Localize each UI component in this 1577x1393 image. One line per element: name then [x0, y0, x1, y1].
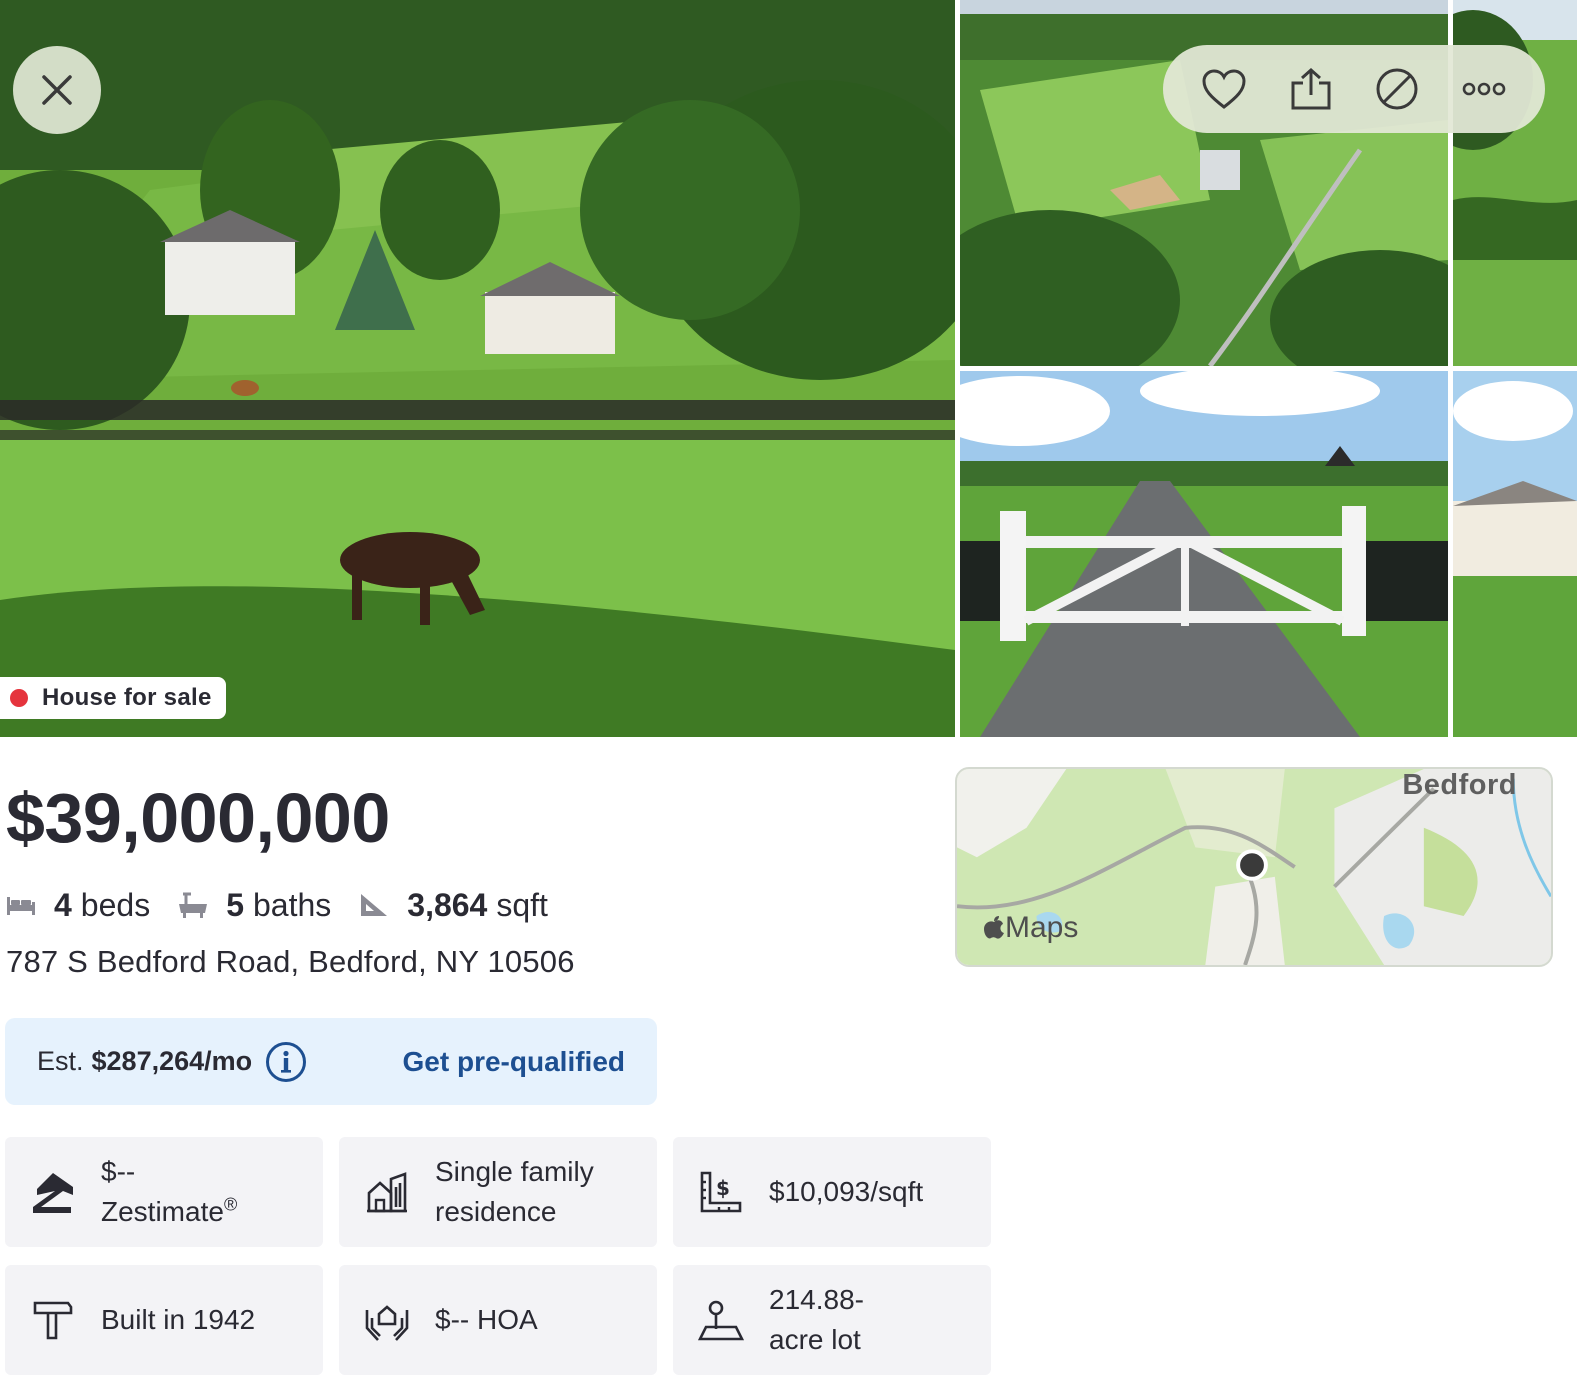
home-type-line2: residence: [435, 1196, 557, 1227]
get-pre-qualified-link[interactable]: Get pre-qualified: [403, 1046, 625, 1078]
hoa-value: $-- HOA: [435, 1304, 538, 1335]
monthly-estimate: Est. $287,264/mo: [37, 1046, 252, 1077]
registered-mark: ®: [223, 1194, 238, 1215]
home-facts: 4 beds 5 baths 3,864 sqft: [6, 882, 576, 928]
photo-gate[interactable]: [960, 371, 1448, 737]
heart-icon: [1202, 69, 1246, 109]
location-map[interactable]: Bedford Maps: [955, 767, 1553, 967]
zestimate-label: Zestimate: [101, 1196, 224, 1227]
save-button[interactable]: [1189, 54, 1259, 124]
zestimate-tile[interactable]: $-- Zestimate®: [5, 1137, 323, 1247]
share-icon: [1291, 67, 1331, 110]
hoa-tile: $-- HOA: [339, 1265, 657, 1375]
hands-house-icon: [339, 1298, 435, 1342]
sqft-value: 3,864: [407, 886, 488, 923]
bath-icon: [178, 889, 210, 921]
hammer-icon: [5, 1298, 101, 1342]
map-attribution: Maps: [983, 911, 1078, 945]
svg-text:$: $: [716, 1176, 730, 1200]
mortgage-estimate-banner: Est. $287,264/mo Get pre-qualified: [5, 1018, 657, 1105]
status-dot: [10, 689, 28, 707]
ruler-triangle-icon: [359, 889, 391, 921]
lot-size-line2: acre lot: [769, 1324, 861, 1355]
lot-size-line1: 214.88-: [769, 1284, 864, 1315]
more-button[interactable]: [1449, 54, 1519, 124]
home-building-icon: [339, 1171, 435, 1213]
sqft-fact: 3,864 sqft: [359, 887, 548, 924]
photo-action-bar: [1163, 45, 1545, 133]
share-button[interactable]: [1276, 54, 1346, 124]
ruler-dollar-icon: $: [673, 1170, 769, 1214]
beds-label: beds: [80, 886, 151, 923]
photo-main[interactable]: [0, 0, 955, 737]
apple-icon: [984, 916, 1004, 939]
price-per-sqft-value: $10,093/sqft: [769, 1176, 924, 1207]
estimate-label: Est.: [37, 1046, 84, 1076]
beds-fact: 4 beds: [6, 887, 150, 924]
close-icon: [42, 75, 72, 105]
home-type-line1: Single family: [435, 1156, 594, 1187]
more-icon: [1462, 82, 1506, 96]
hide-button[interactable]: [1362, 54, 1432, 124]
listing-status-badge: House for sale: [0, 677, 226, 719]
photo-preview-bottom[interactable]: [1453, 371, 1577, 737]
photo-gallery: House for sale: [0, 0, 1577, 737]
estimate-value: $287,264/mo: [91, 1046, 253, 1076]
tree-lot-icon: [673, 1299, 769, 1341]
price-per-sqft-tile: $ $10,093/sqft: [673, 1137, 991, 1247]
listing-price: $39,000,000: [6, 779, 390, 857]
close-button[interactable]: [13, 46, 101, 134]
map-town-label: Bedford: [1402, 769, 1517, 801]
lot-size-tile: 214.88- acre lot: [673, 1265, 991, 1375]
zillow-logo-icon: [5, 1171, 101, 1213]
baths-label: baths: [252, 886, 332, 923]
sqft-label: sqft: [496, 886, 548, 923]
year-built-value: Built in 1942: [101, 1304, 256, 1335]
bed-icon: [6, 889, 38, 921]
home-type-tile: Single family residence: [339, 1137, 657, 1247]
year-built-tile: Built in 1942: [5, 1265, 323, 1375]
listing-address: 787 S Bedford Road, Bedford, NY 10506: [6, 944, 575, 979]
listing-status-label: House for sale: [42, 684, 212, 711]
zestimate-value: $--: [101, 1156, 136, 1187]
hide-icon: [1376, 68, 1418, 110]
map-brand-label: Maps: [1005, 911, 1079, 944]
info-icon[interactable]: [264, 1040, 308, 1084]
beds-value: 4: [54, 886, 72, 923]
baths-fact: 5 baths: [178, 887, 331, 924]
baths-value: 5: [226, 886, 244, 923]
